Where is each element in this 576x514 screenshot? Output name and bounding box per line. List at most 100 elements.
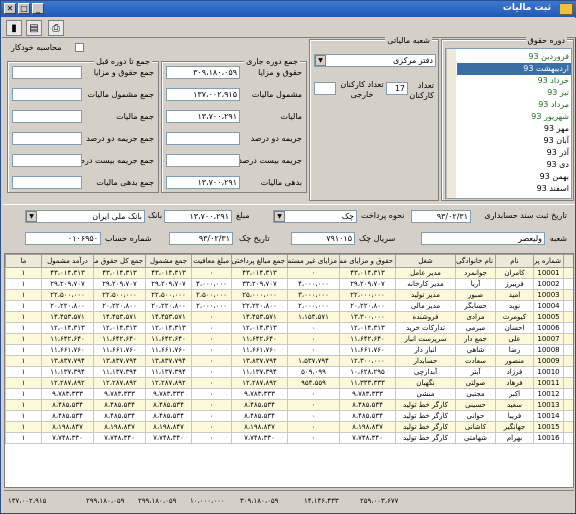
table-cell[interactable]: 10011 [533, 377, 564, 389]
table-cell[interactable]: ۱۱،۶۶۱،۷۶۰ [93, 344, 146, 356]
row-selector[interactable] [563, 410, 573, 422]
table-cell[interactable]: ۱۳،۸۳۷،۷۹۴ [93, 355, 146, 367]
save-icon[interactable]: ▤ [26, 20, 42, 36]
table-row[interactable]: 10014 فریبا جوانی کارگر خط تولید ۸،۴۸۵،۵۳۴ ۰ ۸… [5, 410, 573, 422]
table-cell[interactable]: ۱۱،۱۳۷،۳۹۴ [41, 366, 94, 378]
table-cell[interactable]: کارگر خط تولید [395, 432, 456, 444]
table-row[interactable]: 10013 سعید حسینی کارگر خط تولید ۸،۴۸۵،۵۳۴ ۰ ۸،… [5, 399, 573, 411]
prev-penalty20-field[interactable] [12, 154, 82, 167]
table-cell[interactable]: ۱۲،۰۱۴،۳۱۳ [93, 322, 146, 334]
column-header[interactable]: ما [5, 254, 42, 268]
tax-debt-field[interactable]: ۱۳،۷۰۰،۲۹۱ [166, 176, 240, 189]
table-cell[interactable]: نگهبان [395, 377, 456, 389]
table-cell[interactable]: ۸،۴۸۵،۵۳۴ [339, 410, 396, 422]
foreign-count-field[interactable] [314, 82, 336, 95]
table-cell[interactable]: احسان [495, 322, 534, 334]
period-item-selected[interactable]: اردیبهشت 93 [457, 63, 571, 75]
period-item[interactable]: تیر 93 [457, 87, 571, 99]
row-selector[interactable] [563, 289, 573, 301]
table-cell[interactable]: ۲۹،۲۰۹،۷۰۷ [41, 278, 94, 290]
table-cell[interactable]: 10003 [533, 289, 564, 301]
table-cell[interactable]: آریا [455, 278, 496, 290]
table-cell[interactable]: ۷،۷۴۸،۳۴۰ [41, 432, 94, 444]
table-cell[interactable]: فرهاد [495, 377, 534, 389]
check-serial-field[interactable]: ۷۹۱۰۱۵ [291, 232, 355, 245]
table-cell[interactable]: ۳،۰۰۰،۰۰۰ [287, 289, 340, 301]
column-header[interactable]: جمع کل حقوق مشمول [93, 254, 146, 268]
table-cell[interactable]: ۱ [5, 278, 42, 290]
table-cell[interactable]: ۱۱،۶۴۲،۶۴۰ [339, 333, 396, 345]
table-cell[interactable]: ۱ [5, 267, 42, 279]
table-cell[interactable]: ۷،۷۴۸،۳۴۰ [231, 432, 288, 444]
table-cell[interactable]: 10006 [533, 322, 564, 334]
table-cell[interactable]: ۱۲،۰۱۴،۳۱۳ [231, 322, 288, 334]
table-cell[interactable]: ۰ [191, 432, 232, 444]
table-row[interactable]: 10015 جهانگیر کاشانی کارگر خط تولید ۸،۱۹۸،۸۴… [5, 421, 573, 433]
auto-calc-checkbox[interactable]: محاسبه خودکار [9, 43, 89, 54]
table-row[interactable]: 10016 بهرام شهامتی کارگر خط تولید ۷،۷۴۸،۳۴۰ ۰… [5, 432, 573, 444]
table-cell[interactable]: فرزاد [495, 366, 534, 378]
chevron-down-icon[interactable]: ▼ [274, 211, 285, 222]
period-item[interactable]: بهمن 93 [457, 171, 571, 183]
table-cell[interactable]: ۳۳،۲۰۹،۷۰۷ [231, 278, 288, 290]
table-cell[interactable]: مجتبی [455, 388, 496, 400]
minimize-button[interactable]: _ [32, 3, 44, 14]
column-header[interactable]: مبلغ معافیت [191, 254, 232, 268]
table-cell[interactable]: ۰ [191, 421, 232, 433]
column-header[interactable]: نام [495, 254, 534, 268]
row-selector[interactable] [563, 333, 573, 345]
row-selector[interactable] [563, 278, 573, 290]
table-cell[interactable]: ۷،۷۴۸،۳۴۰ [93, 432, 146, 444]
table-cell[interactable]: مبرمی [455, 322, 496, 334]
table-cell[interactable]: 10014 [533, 410, 564, 422]
table-cell[interactable]: 10016 [533, 432, 564, 444]
table-cell[interactable]: ۹۵۴،۵۵۹ [287, 377, 340, 389]
table-cell[interactable]: ۰ [191, 410, 232, 422]
table-cell[interactable]: سرپرست انبار [395, 333, 456, 345]
table-cell[interactable]: ۱۲،۰۱۴،۳۱۳ [145, 322, 192, 334]
table-cell[interactable]: ۱۲،۲۸۷،۸۹۲ [93, 377, 146, 389]
table-cell[interactable]: ۱ [5, 333, 42, 345]
penalty20-field[interactable] [166, 154, 240, 167]
period-item[interactable]: شهریور 93 [457, 111, 571, 123]
table-cell[interactable]: ۱ [5, 355, 42, 367]
close-button[interactable]: ✕ [4, 3, 16, 14]
table-cell[interactable]: ۰ [287, 322, 340, 334]
table-cell[interactable]: ۸،۴۸۵،۵۳۴ [231, 399, 288, 411]
table-cell[interactable]: ۹،۷۸۳،۳۳۳ [41, 388, 94, 400]
table-cell[interactable]: ۱۴،۴۵۳،۵۷۱ [145, 311, 192, 323]
table-cell[interactable]: ۱ [5, 344, 42, 356]
table-cell[interactable]: منصور [495, 355, 534, 367]
table-cell[interactable]: ۱۱،۶۴۲،۶۴۰ [231, 333, 288, 345]
table-row[interactable]: 10011 فرهاد صولتی نگهبان ۱۱،۳۳۳،۳۳۳ ۹۵۴،۵۵۹ ۱۲… [5, 377, 573, 389]
taxable-field[interactable]: ۱۳۷،۰۰۲،۹۱۵ [166, 88, 240, 101]
table-cell[interactable]: 10015 [533, 421, 564, 433]
table-cell[interactable]: ۱۴،۴۵۳،۵۷۱ [231, 311, 288, 323]
table-cell[interactable]: ۱۴،۴۵۳،۵۷۱ [41, 311, 94, 323]
table-cell[interactable]: ۱۰،۶۲۸،۲۹۵ [339, 366, 396, 378]
table-cell[interactable]: ۸،۱۹۸،۸۴۷ [231, 421, 288, 433]
table-cell[interactable]: جوانی [455, 410, 496, 422]
table-cell[interactable]: ۲۲،۰۰۰،۰۰۰ [339, 289, 396, 301]
table-cell[interactable]: ۰ [287, 333, 340, 345]
table-cell[interactable]: ۱ [5, 432, 42, 444]
table-cell[interactable]: ۱۱،۶۴۲،۶۴۰ [145, 333, 192, 345]
table-cell[interactable]: جهانگیر [495, 421, 534, 433]
table-cell[interactable]: ۴۳،۰۱۴،۳۱۳ [93, 267, 146, 279]
table-cell[interactable]: ۸،۴۸۵،۵۳۴ [145, 410, 192, 422]
check-date-field[interactable]: ۹۳/۰۲/۳۱ [169, 232, 233, 245]
bank-select[interactable]: بانک ملی ایران [25, 210, 145, 223]
table-cell[interactable]: ۱۲،۳۰۰،۰۰۰ [339, 355, 396, 367]
table-cell[interactable]: مرادی [455, 311, 496, 323]
table-cell[interactable]: ۱۱،۶۶۱،۷۶۰ [231, 344, 288, 356]
employee-grid[interactable]: شماره پرسنلی نام نام خانوادگی شغل حقوق و… [4, 253, 574, 488]
table-cell[interactable]: ۰ [287, 267, 340, 279]
row-selector[interactable] [563, 322, 573, 334]
table-cell[interactable]: 10012 [533, 388, 564, 400]
tax-branch-select[interactable]: دفتر مرکزی [314, 54, 436, 67]
table-cell[interactable]: ۰ [191, 311, 232, 323]
table-cell[interactable]: سعادت [455, 355, 496, 367]
prev-salary-field[interactable] [12, 66, 82, 79]
table-cell[interactable]: ۸،۴۸۵،۵۳۴ [339, 399, 396, 411]
table-cell[interactable]: ۲۲،۲۲۰،۸۰۰ [231, 300, 288, 312]
